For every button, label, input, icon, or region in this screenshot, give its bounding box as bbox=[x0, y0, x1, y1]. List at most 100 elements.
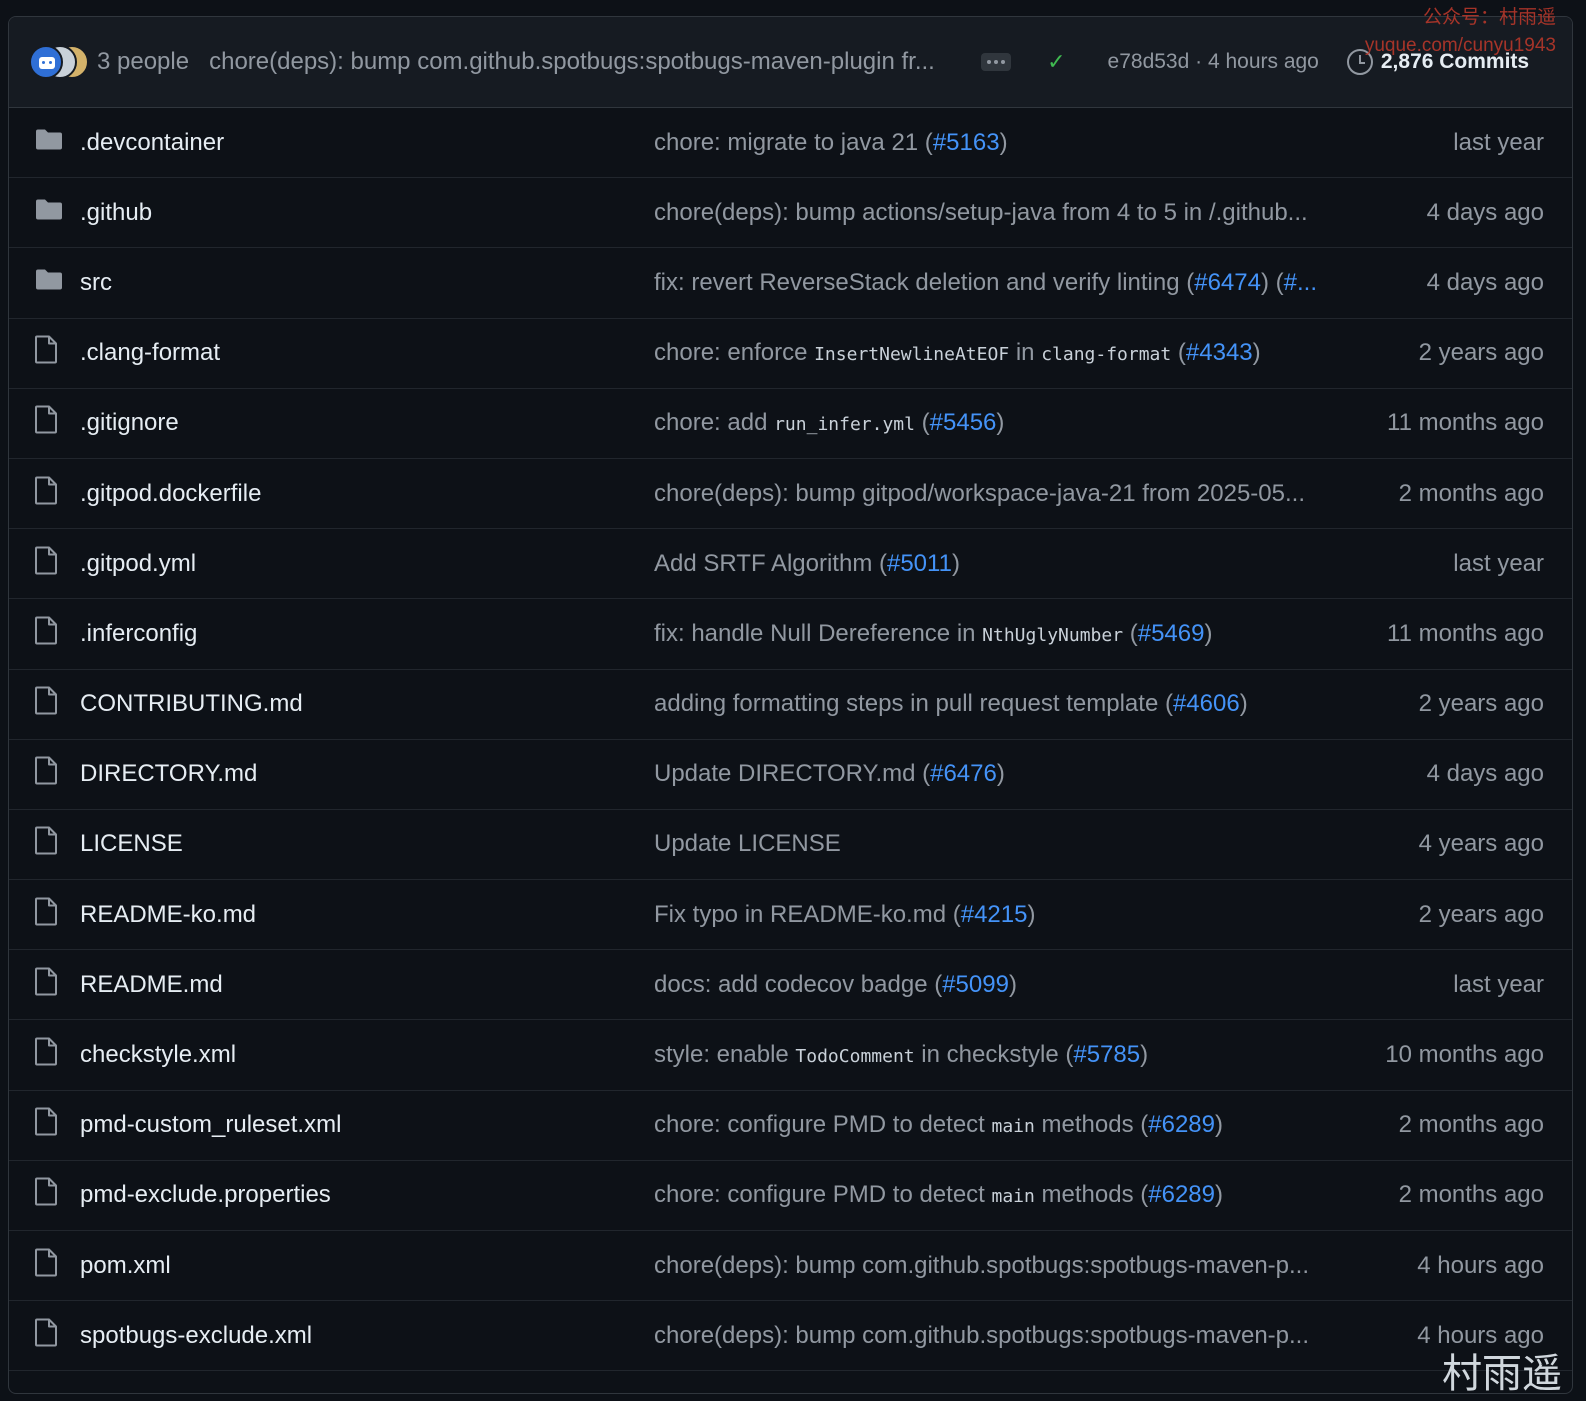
commit-message-link[interactable]: chore: configure PMD to detect main meth… bbox=[654, 1111, 1334, 1139]
file-name-link[interactable]: .clang-format bbox=[80, 339, 220, 367]
file-icon bbox=[35, 967, 57, 1002]
commit-time[interactable]: 4 days ago bbox=[1427, 199, 1544, 227]
expand-commit-button[interactable] bbox=[981, 53, 1012, 71]
file-row[interactable]: spotbugs-exclude.xml chore(deps): bump co… bbox=[9, 1301, 1572, 1372]
file-row[interactable]: README.md docs: add codecov badge (#5099)… bbox=[9, 950, 1572, 1021]
file-row[interactable]: .devcontainer chore: migrate to java 21 (… bbox=[9, 108, 1572, 179]
file-row[interactable]: checkstyle.xml style: enable TodoComment … bbox=[9, 1020, 1572, 1091]
file-name-link[interactable]: .inferconfig bbox=[80, 620, 197, 648]
file-name-link[interactable]: .devcontainer bbox=[80, 129, 224, 157]
commit-message-link[interactable]: chore(deps): bump actions/setup-java fro… bbox=[654, 199, 1334, 227]
commit-message-link[interactable]: chore(deps): bump gitpod/workspace-java-… bbox=[654, 480, 1334, 508]
pull-request-link[interactable]: #5785 bbox=[1073, 1041, 1140, 1068]
commit-message-link[interactable]: Update LICENSE bbox=[654, 830, 1334, 858]
commit-time[interactable]: 11 months ago bbox=[1387, 620, 1544, 648]
file-name-link[interactable]: checkstyle.xml bbox=[80, 1041, 236, 1069]
commit-message-link[interactable]: docs: add codecov badge (#5099) bbox=[654, 971, 1334, 999]
file-row[interactable]: .inferconfig fix: handle Null Dereference… bbox=[9, 599, 1572, 670]
file-name-link[interactable]: .gitpod.dockerfile bbox=[80, 480, 261, 508]
commit-sha-time[interactable]: e78d53d · 4 hours ago bbox=[1108, 50, 1319, 74]
inline-code: run_infer.yml bbox=[774, 414, 915, 436]
commit-message-link[interactable]: Fix typo in README-ko.md (#4215) bbox=[654, 901, 1334, 929]
file-row[interactable]: README-ko.md Fix typo in README-ko.md (#4… bbox=[9, 880, 1572, 951]
file-name-link[interactable]: src bbox=[80, 269, 112, 297]
commit-message-link[interactable]: chore: enforce InsertNewlineAtEOF in cla… bbox=[654, 339, 1334, 367]
latest-commit-message[interactable]: chore(deps): bump com.github.spotbugs:sp… bbox=[209, 48, 949, 76]
pull-request-link[interactable]: #5011 bbox=[887, 550, 952, 577]
pull-request-link[interactable]: #6289 bbox=[1148, 1181, 1215, 1208]
file-icon bbox=[35, 756, 57, 792]
commit-message-link[interactable]: adding formatting steps in pull request … bbox=[654, 690, 1334, 718]
check-icon[interactable]: ✓ bbox=[1047, 49, 1065, 75]
commit-time[interactable]: last year bbox=[1453, 550, 1544, 578]
commit-message-link[interactable]: chore(deps): bump com.github.spotbugs:sp… bbox=[654, 1252, 1334, 1280]
file-row[interactable]: LICENSE Update LICENSE 4 years ago bbox=[9, 810, 1572, 881]
pull-request-link[interactable]: #5456 bbox=[930, 409, 997, 436]
bot-avatar[interactable] bbox=[29, 45, 63, 79]
commit-time[interactable]: 4 days ago bbox=[1427, 269, 1544, 297]
commit-message-link[interactable]: fix: revert ReverseStack deletion and ve… bbox=[654, 269, 1334, 297]
pull-request-link[interactable]: #5099 bbox=[942, 971, 1009, 998]
inline-code: InsertNewlineAtEOF bbox=[814, 344, 1010, 366]
file-row[interactable]: CONTRIBUTING.md adding formatting steps i… bbox=[9, 670, 1572, 740]
file-name-link[interactable]: spotbugs-exclude.xml bbox=[80, 1322, 312, 1350]
pull-request-link[interactable]: #4215 bbox=[961, 901, 1028, 928]
commit-time[interactable]: 4 days ago bbox=[1427, 760, 1544, 788]
commit-message-link[interactable]: style: enable TodoComment in checkstyle … bbox=[654, 1041, 1334, 1069]
commit-time[interactable]: last year bbox=[1453, 971, 1544, 999]
file-row[interactable]: .clang-format chore: enforce InsertNewlin… bbox=[9, 319, 1572, 389]
file-name-link[interactable]: .github bbox=[80, 199, 152, 227]
pull-request-link[interactable]: #5469 bbox=[1138, 620, 1205, 647]
commit-time[interactable]: 2 months ago bbox=[1399, 1181, 1544, 1209]
people-count[interactable]: 3 people bbox=[97, 48, 189, 76]
commit-time[interactable]: 2 years ago bbox=[1419, 339, 1544, 367]
commit-time[interactable]: 2 months ago bbox=[1399, 1111, 1544, 1139]
file-row[interactable]: .gitpod.dockerfile chore(deps): bump gitp… bbox=[9, 459, 1572, 530]
pull-request-link[interactable]: #... bbox=[1284, 269, 1317, 296]
commit-time[interactable]: 4 hours ago bbox=[1417, 1252, 1544, 1280]
commit-message-link[interactable]: chore: add run_infer.yml (#5456) bbox=[654, 409, 1334, 437]
file-name-link[interactable]: .gitignore bbox=[80, 409, 179, 437]
file-icon bbox=[35, 616, 57, 651]
file-name-link[interactable]: DIRECTORY.md bbox=[80, 760, 257, 788]
commit-message-link[interactable]: fix: handle Null Dereference in NthUglyN… bbox=[654, 620, 1334, 648]
file-row[interactable]: pmd-exclude.properties chore: configure P… bbox=[9, 1161, 1572, 1231]
commit-message-link[interactable]: chore: migrate to java 21 (#5163) bbox=[654, 129, 1334, 157]
file-name-link[interactable]: LICENSE bbox=[80, 830, 183, 858]
file-row[interactable]: pmd-custom_ruleset.xml chore: configure P… bbox=[9, 1091, 1572, 1161]
file-name-link[interactable]: .gitpod.yml bbox=[80, 550, 196, 578]
folder-icon bbox=[35, 128, 63, 157]
commit-time[interactable]: 2 years ago bbox=[1419, 901, 1544, 929]
app-frame: 3 people chore(deps): bump com.github.sp… bbox=[0, 0, 1586, 1401]
file-row[interactable]: DIRECTORY.md Update DIRECTORY.md (#6476) 4… bbox=[9, 740, 1572, 810]
pull-request-link[interactable]: #4343 bbox=[1186, 339, 1253, 366]
file-row[interactable]: .github chore(deps): bump actions/setup-j… bbox=[9, 178, 1572, 249]
file-row[interactable]: .gitignore chore: add run_infer.yml (#545… bbox=[9, 389, 1572, 459]
file-name-link[interactable]: pom.xml bbox=[80, 1252, 171, 1280]
file-name-link[interactable]: README.md bbox=[80, 971, 223, 999]
commit-time[interactable]: 11 months ago bbox=[1387, 409, 1544, 437]
commit-message-link[interactable]: Add SRTF Algorithm (#5011) bbox=[654, 550, 1334, 578]
commit-message-link[interactable]: Update DIRECTORY.md (#6476) bbox=[654, 760, 1334, 788]
file-name-link[interactable]: pmd-exclude.properties bbox=[80, 1181, 331, 1209]
pull-request-link[interactable]: #6474 bbox=[1194, 269, 1261, 296]
pull-request-link[interactable]: #6476 bbox=[930, 760, 997, 787]
file-row[interactable]: pom.xml chore(deps): bump com.github.spot… bbox=[9, 1231, 1572, 1302]
file-row[interactable]: .gitpod.yml Add SRTF Algorithm (#5011) las… bbox=[9, 529, 1572, 600]
contributor-avatars[interactable] bbox=[29, 44, 89, 80]
commit-time[interactable]: 10 months ago bbox=[1385, 1041, 1544, 1069]
pull-request-link[interactable]: #5163 bbox=[933, 129, 1000, 156]
commit-time[interactable]: 2 years ago bbox=[1419, 690, 1544, 718]
latest-commit-header: 3 people chore(deps): bump com.github.sp… bbox=[9, 17, 1572, 108]
file-name-link[interactable]: CONTRIBUTING.md bbox=[80, 690, 303, 718]
commit-time[interactable]: last year bbox=[1453, 129, 1544, 157]
pull-request-link[interactable]: #6289 bbox=[1148, 1111, 1215, 1138]
commit-time[interactable]: 2 months ago bbox=[1399, 480, 1544, 508]
commit-message-link[interactable]: chore: configure PMD to detect main meth… bbox=[654, 1181, 1334, 1209]
file-name-link[interactable]: README-ko.md bbox=[80, 901, 256, 929]
commit-time[interactable]: 4 years ago bbox=[1419, 830, 1544, 858]
file-row[interactable]: src fix: revert ReverseStack deletion and… bbox=[9, 248, 1572, 319]
file-name-link[interactable]: pmd-custom_ruleset.xml bbox=[80, 1111, 341, 1139]
commit-message-link[interactable]: chore(deps): bump com.github.spotbugs:sp… bbox=[654, 1322, 1334, 1350]
pull-request-link[interactable]: #4606 bbox=[1173, 690, 1240, 717]
